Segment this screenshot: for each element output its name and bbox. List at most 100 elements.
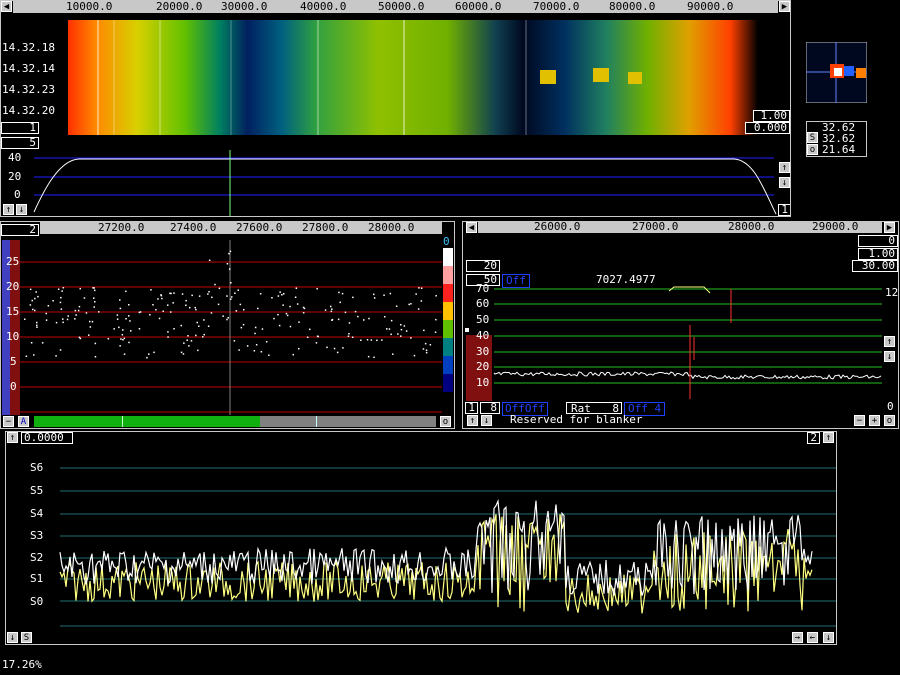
mid-left-y-tick: 25 — [6, 255, 20, 268]
mid-right-left-tick — [465, 328, 469, 332]
mini-waterfall[interactable] — [806, 42, 867, 103]
spectrum-up-button[interactable]: ↑ — [3, 204, 14, 215]
mid-right-trace — [493, 371, 882, 380]
bottom-value-box[interactable]: 0.0000 — [21, 432, 73, 444]
mid-right-frequency-scale[interactable]: 26000.0 27000.0 28000.0 29000.0 — [478, 221, 882, 233]
mid-left-y-tick: 5 — [10, 355, 17, 368]
spectrum-y-tick: 20 — [8, 170, 22, 183]
mid-right-right-bottom: 0 — [887, 400, 894, 413]
spectrum-avg-box[interactable]: 5 — [1, 137, 39, 149]
s-unit-label: S4 — [30, 507, 44, 520]
scroll-right-button[interactable]: ▶ — [779, 1, 790, 12]
bottom-right-up-button[interactable]: ↑ — [823, 432, 834, 443]
mid-left-minus-button[interactable]: − — [3, 416, 14, 427]
timestamp-label: 14.32.23 — [2, 83, 55, 96]
mid-left-plot[interactable] — [2, 240, 454, 415]
mid-right-box-30[interactable]: 30.00 — [852, 260, 898, 272]
freq-tick: 70000.0 — [533, 1, 580, 13]
mid-right-y-tick: 50 — [476, 313, 490, 326]
mini-s-button[interactable]: S — [807, 132, 818, 143]
bottom-corner-box[interactable]: 2 — [807, 432, 820, 444]
bottom-down-button[interactable]: ↓ — [7, 632, 18, 643]
mid-right-o-button[interactable]: o — [884, 415, 895, 426]
bottom-right-down-button[interactable]: ↓ — [823, 632, 834, 643]
mid-left-y-tick: 20 — [6, 280, 20, 293]
timestamp-label: 14.32.14 — [2, 62, 55, 75]
mid-right-plus-button[interactable]: + — [869, 415, 880, 426]
s-meter-plot[interactable] — [6, 448, 836, 628]
freq-tick: 29000.0 — [812, 221, 859, 233]
mid-right-up-button[interactable]: ↑ — [884, 336, 895, 347]
cpu-load-status: 17.26% — [2, 658, 42, 671]
bottom-left-arrow-button[interactable]: ← — [807, 632, 818, 643]
mid-right-y-tick: 30 — [476, 345, 490, 358]
mid-left-level-mark — [316, 416, 317, 427]
mid-left-o-button[interactable]: o — [440, 416, 451, 427]
freq-tick: 40000.0 — [300, 1, 347, 13]
spectrum-y-tick: 40 — [8, 151, 22, 164]
freq-tick: 27000.0 — [632, 221, 679, 233]
mid-right-left-button[interactable]: ◀ — [466, 222, 477, 233]
offset-box-right[interactable]: 0.000 — [745, 122, 790, 134]
mid-left-box[interactable]: 2 — [1, 224, 39, 236]
spectrum-right-box[interactable]: 1 — [778, 204, 791, 216]
s-unit-label: S2 — [30, 551, 44, 564]
mid-left-y-tick: 10 — [6, 330, 20, 343]
s-unit-label: S1 — [30, 572, 44, 585]
spectrum-display[interactable] — [14, 150, 792, 216]
mid-right-bottom-box8[interactable]: 8 — [480, 402, 500, 414]
mid-left-a-button[interactable]: A — [18, 416, 29, 427]
mid-left-frequency-scale[interactable]: 27200.0 27400.0 27600.0 27800.0 28000.0 — [40, 222, 442, 234]
s-unit-label: S0 — [30, 595, 44, 608]
spectrum-right-down-button[interactable]: ↓ — [779, 177, 790, 188]
averaging-box[interactable]: 1 — [1, 122, 39, 134]
freq-tick: 26000.0 — [534, 221, 581, 233]
waterfall-display[interactable] — [68, 20, 758, 135]
mid-right-bottom-box1[interactable]: 1 — [465, 402, 478, 414]
mini-o-button[interactable]: o — [807, 144, 818, 155]
mid-right-right-button[interactable]: ▶ — [884, 222, 895, 233]
spectrum-right-up-button[interactable]: ↑ — [779, 162, 790, 173]
s-unit-label: S3 — [30, 529, 44, 542]
s-unit-label: S5 — [30, 484, 44, 497]
mid-left-level-bar[interactable] — [34, 416, 436, 427]
freq-tick: 10000.0 — [66, 1, 113, 13]
bottom-up-button[interactable]: ↑ — [7, 432, 18, 443]
freq-tick: 27200.0 — [98, 222, 145, 234]
freq-tick: 50000.0 — [378, 1, 425, 13]
timestamp-label: 14.32.20 — [2, 104, 55, 117]
blanker-label: Reserved for blanker — [510, 413, 643, 426]
freq-tick: 80000.0 — [609, 1, 656, 13]
freq-tick: 27800.0 — [302, 222, 349, 234]
spectrum-down-button[interactable]: ↓ — [16, 204, 27, 215]
mid-right-plot[interactable] — [464, 285, 884, 401]
mid-left-grid — [20, 261, 442, 413]
spectrum-y-tick: 0 — [14, 188, 21, 201]
mid-left-level-fill — [34, 416, 260, 427]
freq-tick: 27400.0 — [170, 222, 217, 234]
s-unit-label: S6 — [30, 461, 44, 474]
mid-right-right-top: 12 — [885, 286, 899, 299]
mid-right-minus-button[interactable]: − — [854, 415, 865, 426]
bottom-right-arrow-button[interactable]: → — [792, 632, 803, 643]
scroll-left-button[interactable]: ◀ — [1, 1, 12, 12]
top-frequency-scale[interactable]: 10000.0 20000.0 30000.0 40000.0 50000.0 … — [13, 1, 778, 13]
mid-right-small-down-button[interactable]: ↓ — [481, 415, 492, 426]
mid-right-y-tick: 10 — [476, 376, 490, 389]
freq-tick: 27600.0 — [236, 222, 283, 234]
timestamp-label: 14.32.18 — [2, 41, 55, 54]
mid-right-y-tick: 60 — [476, 297, 490, 310]
freq-tick: 60000.0 — [455, 1, 502, 13]
mini-value: 21.64 — [822, 143, 856, 156]
bottom-s-button[interactable]: S — [21, 632, 32, 643]
mid-right-grid — [494, 288, 882, 384]
mid-right-box-0[interactable]: 0 — [858, 235, 898, 247]
color-scale-bar — [443, 248, 453, 392]
mid-left-level-mark — [122, 416, 123, 427]
freq-tick: 30000.0 — [221, 1, 268, 13]
mid-right-box-20[interactable]: 20 — [466, 260, 500, 272]
s-meter-grid — [60, 467, 836, 627]
mid-right-small-up-button[interactable]: ↑ — [467, 415, 478, 426]
freq-tick: 28000.0 — [728, 221, 775, 233]
mid-right-down-button[interactable]: ↓ — [884, 351, 895, 362]
